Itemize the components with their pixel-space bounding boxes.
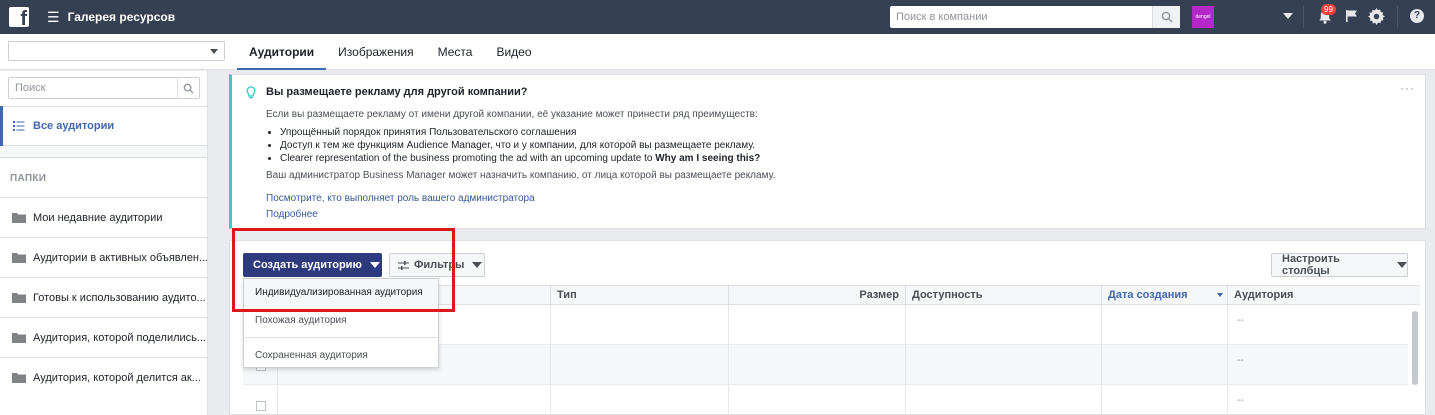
tab-videos[interactable]: Видео xyxy=(484,34,543,70)
sidebar-search xyxy=(8,77,200,99)
business-account-select[interactable] xyxy=(8,41,225,61)
customize-columns-label: Настроить столбцы xyxy=(1282,253,1340,277)
help-icon[interactable]: ? xyxy=(1410,9,1424,23)
chevron-down-icon xyxy=(1397,262,1407,268)
notice-benefits-list: Упрощённый порядок принятия Пользователь… xyxy=(280,126,760,165)
account-menu-chevron-icon[interactable] xyxy=(1283,13,1293,19)
account-avatar[interactable]: dengel xyxy=(1192,6,1214,28)
sub-navigation: Аудитории Изображения Места Видео xyxy=(0,34,1435,70)
sidebar: Все аудитории ПАПКИ Мои недавние аудитор… xyxy=(0,71,208,415)
lightbulb-icon xyxy=(246,86,256,99)
notice-intro: Если вы размещаете рекламу от имени друг… xyxy=(266,109,758,120)
folder-icon xyxy=(12,333,26,343)
settings-gear-icon[interactable] xyxy=(1368,8,1385,25)
highlight-annotation-box xyxy=(232,228,455,312)
chevron-down-icon xyxy=(472,262,483,268)
sidebar-folder-item[interactable]: Мои недавние аудитории xyxy=(0,197,207,237)
folder-icon xyxy=(12,293,26,303)
sidebar-folder-item[interactable]: Аудитория, которой делится ак... xyxy=(0,357,207,397)
divider xyxy=(1227,305,1228,415)
sidebar-search-input[interactable] xyxy=(9,82,177,94)
folder-icon xyxy=(12,213,26,223)
search-button[interactable] xyxy=(1152,6,1180,28)
top-navigation-bar: f ☰ Галерея ресурсов dengel 99 ? xyxy=(0,0,1435,34)
audience-cell: -- xyxy=(1237,355,1244,366)
list-item: Упрощённый порядок принятия Пользователь… xyxy=(280,126,760,139)
notice-note: Ваш администратор Business Manager может… xyxy=(266,170,776,181)
sidebar-item-all-audiences[interactable]: Все аудитории xyxy=(0,106,207,146)
company-search xyxy=(890,6,1180,28)
folders-heading: ПАПКИ xyxy=(10,173,47,184)
list-item: Доступ к тем же функциям Audience Manage… xyxy=(280,139,760,152)
sidebar-item-label: Все аудитории xyxy=(33,120,115,132)
column-header-availability[interactable]: Доступность xyxy=(905,286,1101,305)
sidebar-folder-item[interactable]: Аудитория, которой поделились... xyxy=(0,317,207,357)
menu-icon[interactable]: ☰ xyxy=(47,10,60,24)
menu-item-saved-audience[interactable]: Сохраненная аудитория xyxy=(244,342,438,370)
folder-label: Мои недавние аудитории xyxy=(33,211,163,224)
list-item: Clearer representation of the business p… xyxy=(280,152,760,165)
folder-list: Мои недавние аудитории Аудитории в актив… xyxy=(0,197,207,397)
folder-label: Аудитории в активных объявлен... xyxy=(33,251,207,264)
tab-audiences[interactable]: Аудитории xyxy=(237,34,327,70)
folder-icon xyxy=(12,373,26,383)
customize-columns-button[interactable]: Настроить столбцы xyxy=(1271,253,1408,277)
why-am-i-seeing-this-text: Why am I seeing this? xyxy=(655,153,761,164)
audience-cell: -- xyxy=(1237,395,1244,406)
search-icon xyxy=(183,83,194,94)
folder-label: Аудитория, которой поделились... xyxy=(33,331,207,344)
folder-icon xyxy=(12,253,26,263)
list-icon xyxy=(13,121,25,131)
info-notice: ··· Вы размещаете рекламу для другой ком… xyxy=(229,74,1426,229)
row-checkbox[interactable] xyxy=(256,401,266,411)
folder-label: Готовы к использованию аудито... xyxy=(33,291,206,304)
app-title: Галерея ресурсов xyxy=(67,10,176,24)
table-scrollbar[interactable] xyxy=(1412,311,1418,385)
divider xyxy=(1397,6,1398,28)
sidebar-folder-item[interactable]: Готовы к использованию аудито... xyxy=(0,277,207,317)
divider xyxy=(550,305,551,415)
column-header-type[interactable]: Тип xyxy=(550,286,728,305)
table-row[interactable] xyxy=(243,385,1408,415)
column-header-audience[interactable]: Аудитория xyxy=(1227,286,1420,305)
divider xyxy=(905,305,906,415)
company-search-input[interactable] xyxy=(890,6,1152,28)
search-icon xyxy=(1161,11,1172,23)
tab-places[interactable]: Места xyxy=(426,34,485,70)
notice-title: Вы размещаете рекламу для другой компани… xyxy=(266,86,528,98)
more-options-icon[interactable]: ··· xyxy=(1400,81,1415,95)
chevron-down-icon xyxy=(210,49,218,54)
flag-icon[interactable] xyxy=(1345,9,1359,23)
divider xyxy=(0,146,207,158)
audience-cell: -- xyxy=(1237,315,1244,326)
divider xyxy=(1101,305,1102,415)
folder-label: Аудитория, которой делится ак... xyxy=(33,371,201,384)
divider xyxy=(1303,6,1304,28)
sidebar-search-button[interactable] xyxy=(177,78,199,98)
sidebar-folder-item[interactable]: Аудитории в активных объявлен... xyxy=(0,237,207,277)
notification-count-badge: 99 xyxy=(1321,4,1336,15)
view-admin-link[interactable]: Посмотрите, кто выполняет роль вашего ад… xyxy=(266,193,535,204)
column-header-size[interactable]: Размер xyxy=(728,286,905,305)
list-item-text: Clearer representation of the business p… xyxy=(280,153,656,164)
column-header-label: Дата создания xyxy=(1108,289,1188,301)
tab-images[interactable]: Изображения xyxy=(326,34,425,70)
learn-more-link[interactable]: Подробнее xyxy=(266,209,318,220)
sort-descending-icon xyxy=(1217,293,1223,297)
column-header-date-created[interactable]: Дата создания xyxy=(1101,286,1227,305)
facebook-logo-icon[interactable]: f xyxy=(9,7,29,29)
active-indicator xyxy=(0,106,3,146)
asset-tabs: Аудитории Изображения Места Видео xyxy=(237,34,544,70)
divider xyxy=(728,305,729,415)
divider xyxy=(244,337,438,338)
